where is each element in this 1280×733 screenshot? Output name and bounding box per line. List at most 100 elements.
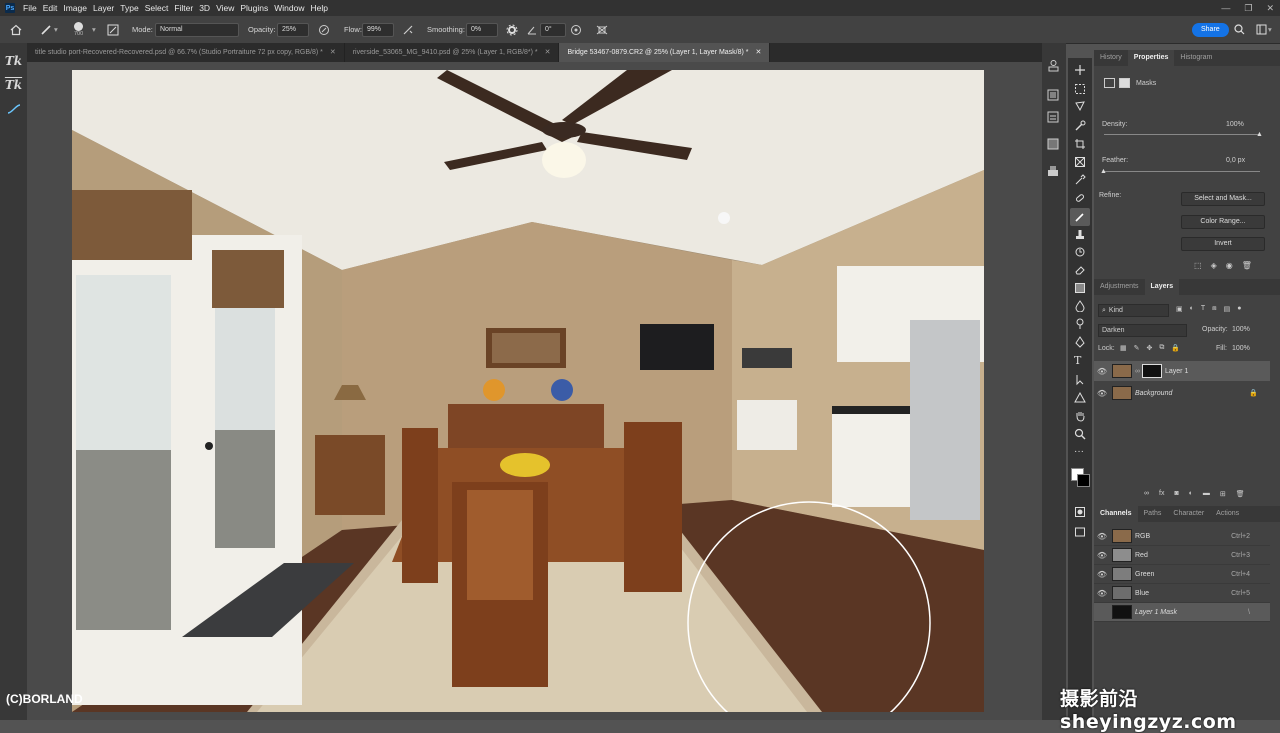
workspace-icon[interactable]: ▾ (1256, 16, 1272, 43)
properties-icon[interactable] (1047, 89, 1059, 103)
brushes-panel-icon[interactable] (1047, 165, 1059, 179)
lock-pixels-icon[interactable]: ✎ (1134, 344, 1140, 352)
document-canvas-image[interactable] (72, 70, 984, 712)
adjustment-filter-icon[interactable]: ◐ (1190, 305, 1194, 313)
brush-size-preview[interactable]: 700 (74, 16, 83, 43)
pressure-opacity-icon[interactable] (318, 16, 330, 43)
visibility-eye-icon[interactable]: 👁 (1097, 589, 1107, 598)
lock-transparent-icon[interactable]: ▦ (1120, 344, 1127, 352)
layer-filter-kind-select[interactable]: ⌕ Kind (1098, 304, 1169, 317)
tab-studio-portrait[interactable]: title studio port-Recovered-Recovered.ps… (27, 43, 345, 62)
tab-layers[interactable]: Layers (1144, 279, 1180, 295)
menu-file[interactable]: File (23, 3, 37, 13)
mask-link-icon[interactable]: ∞ (1135, 368, 1140, 375)
menu-filter[interactable]: Filter (174, 3, 193, 13)
select-and-mask-button[interactable]: Select and Mask... (1181, 192, 1265, 206)
share-button[interactable]: Share (1192, 16, 1229, 43)
add-mask-icon[interactable]: ◙ (1174, 490, 1178, 498)
channel-row-red[interactable]: 👁 Red Ctrl+3 (1094, 546, 1270, 565)
menu-type[interactable]: Type (120, 3, 138, 13)
pen-tool-icon[interactable] (1074, 336, 1086, 350)
close-tab-icon[interactable]: ✕ (330, 49, 336, 56)
smart-object-filter-icon[interactable]: ▤ (1224, 305, 1231, 313)
lock-position-icon[interactable]: ✥ (1147, 344, 1153, 352)
blend-mode-select[interactable]: Darken (1098, 324, 1187, 337)
blur-tool-icon[interactable] (1074, 300, 1086, 314)
new-layer-icon[interactable]: ⊞ (1220, 490, 1226, 498)
tk-plugin-icon[interactable]: Tk (4, 51, 24, 71)
menu-select[interactable]: Select (145, 3, 169, 13)
crop-tool-icon[interactable] (1074, 138, 1086, 152)
lock-artboard-icon[interactable]: ⧉ (1159, 344, 1164, 352)
pixel-filter-icon[interactable]: ▣ (1176, 305, 1183, 313)
visibility-eye-icon[interactable]: 👁 (1097, 551, 1107, 560)
tab-bridge[interactable]: Bridge 53467-0879.CR2 @ 25% (Layer 1, La… (559, 43, 771, 62)
channel-row-rgb[interactable]: 👁 RGB Ctrl+2 (1094, 527, 1270, 546)
eyedropper-tool-icon[interactable] (1074, 174, 1086, 188)
visibility-eye-icon[interactable] (1098, 608, 1106, 616)
airbrush-icon[interactable] (402, 16, 414, 43)
feather-value[interactable]: 0,0 px (1226, 157, 1245, 164)
swatches-icon[interactable] (1047, 138, 1059, 152)
hand-tool-icon[interactable] (1074, 410, 1086, 424)
history-brush-tool-icon[interactable] (1074, 246, 1086, 260)
menu-help[interactable]: Help (310, 3, 327, 13)
channel-row-blue[interactable]: 👁 Blue Ctrl+5 (1094, 584, 1270, 603)
feather-slider-handle-icon[interactable]: ▲ (1100, 168, 1107, 175)
pressure-size-icon[interactable] (570, 16, 582, 43)
type-filter-icon[interactable]: T (1201, 305, 1205, 313)
move-tool-icon[interactable] (1074, 64, 1086, 78)
tab-actions[interactable]: Actions (1210, 506, 1245, 522)
tab-riverside[interactable]: riverside_53065_MG_9410.psd @ 25% (Layer… (345, 43, 560, 62)
curve-plugin-icon[interactable] (4, 99, 24, 119)
density-value[interactable]: 100% (1226, 121, 1244, 128)
brush-preset-dropdown-icon[interactable]: ▾ (92, 16, 96, 43)
layer-mask-thumbnail[interactable] (1142, 364, 1162, 378)
apply-mask-icon[interactable]: ◈ (1211, 261, 1217, 270)
density-slider-handle-icon[interactable]: ▲ (1256, 131, 1263, 138)
menu-view[interactable]: View (216, 3, 234, 13)
minimize-icon[interactable]: — (1221, 3, 1230, 14)
tab-properties[interactable]: Properties (1127, 50, 1175, 66)
link-layers-icon[interactable]: ∞ (1144, 490, 1149, 498)
screen-mode-icon[interactable] (1074, 526, 1086, 540)
menu-window[interactable]: Window (274, 3, 304, 13)
gradient-tool-icon[interactable] (1074, 282, 1086, 296)
density-slider[interactable] (1104, 134, 1260, 135)
eraser-tool-icon[interactable] (1074, 264, 1086, 278)
menu-image[interactable]: Image (63, 3, 87, 13)
lasso-tool-icon[interactable] (1074, 100, 1086, 114)
menu-plugins[interactable]: Plugins (240, 3, 268, 13)
angle-input[interactable]: 0° (540, 16, 566, 43)
vector-mask-icon[interactable] (1119, 78, 1130, 88)
channel-row-green[interactable]: 👁 Green Ctrl+4 (1094, 565, 1270, 584)
type-tool-icon[interactable]: T (1074, 354, 1081, 367)
more-tools-icon[interactable]: ··· (1074, 446, 1084, 457)
visibility-eye-icon[interactable]: 👁 (1097, 389, 1107, 398)
libraries-icon[interactable] (1047, 59, 1060, 74)
smoothing-settings-gear-icon[interactable] (506, 16, 518, 43)
clone-stamp-tool-icon[interactable] (1074, 228, 1086, 242)
brush-tool-icon-active[interactable] (1070, 208, 1090, 226)
tab-channels[interactable]: Channels (1094, 506, 1138, 522)
shape-tool-icon[interactable] (1074, 391, 1086, 406)
quick-select-tool-icon[interactable] (1074, 120, 1086, 134)
layer-row-layer1[interactable]: 👁 ∞ Layer 1 (1094, 361, 1270, 381)
tab-histogram[interactable]: Histogram (1174, 50, 1218, 66)
marquee-tool-icon[interactable] (1074, 83, 1086, 97)
pixel-mask-icon[interactable] (1104, 78, 1115, 88)
dodge-tool-icon[interactable] (1074, 318, 1086, 332)
close-tab-icon[interactable]: ✕ (545, 49, 551, 56)
layer-opacity-value[interactable]: 100% (1232, 326, 1250, 333)
visibility-eye-icon[interactable]: 👁 (1097, 570, 1107, 579)
toggle-mask-visibility-icon[interactable]: ◉ (1226, 261, 1233, 270)
channel-row-layer1-mask[interactable]: Layer 1 Mask \ (1094, 603, 1270, 622)
menu-layer[interactable]: Layer (93, 3, 114, 13)
close-icon[interactable]: ✕ (1266, 3, 1274, 14)
tab-history[interactable]: History (1094, 50, 1128, 66)
brush-tool-icon[interactable]: ▾ (40, 16, 58, 43)
search-icon[interactable] (1234, 16, 1245, 43)
load-selection-icon[interactable]: ⬚ (1194, 261, 1202, 270)
layer-row-background[interactable]: 👁 Background 🔒 (1094, 383, 1270, 403)
symmetry-icon[interactable] (595, 16, 609, 43)
